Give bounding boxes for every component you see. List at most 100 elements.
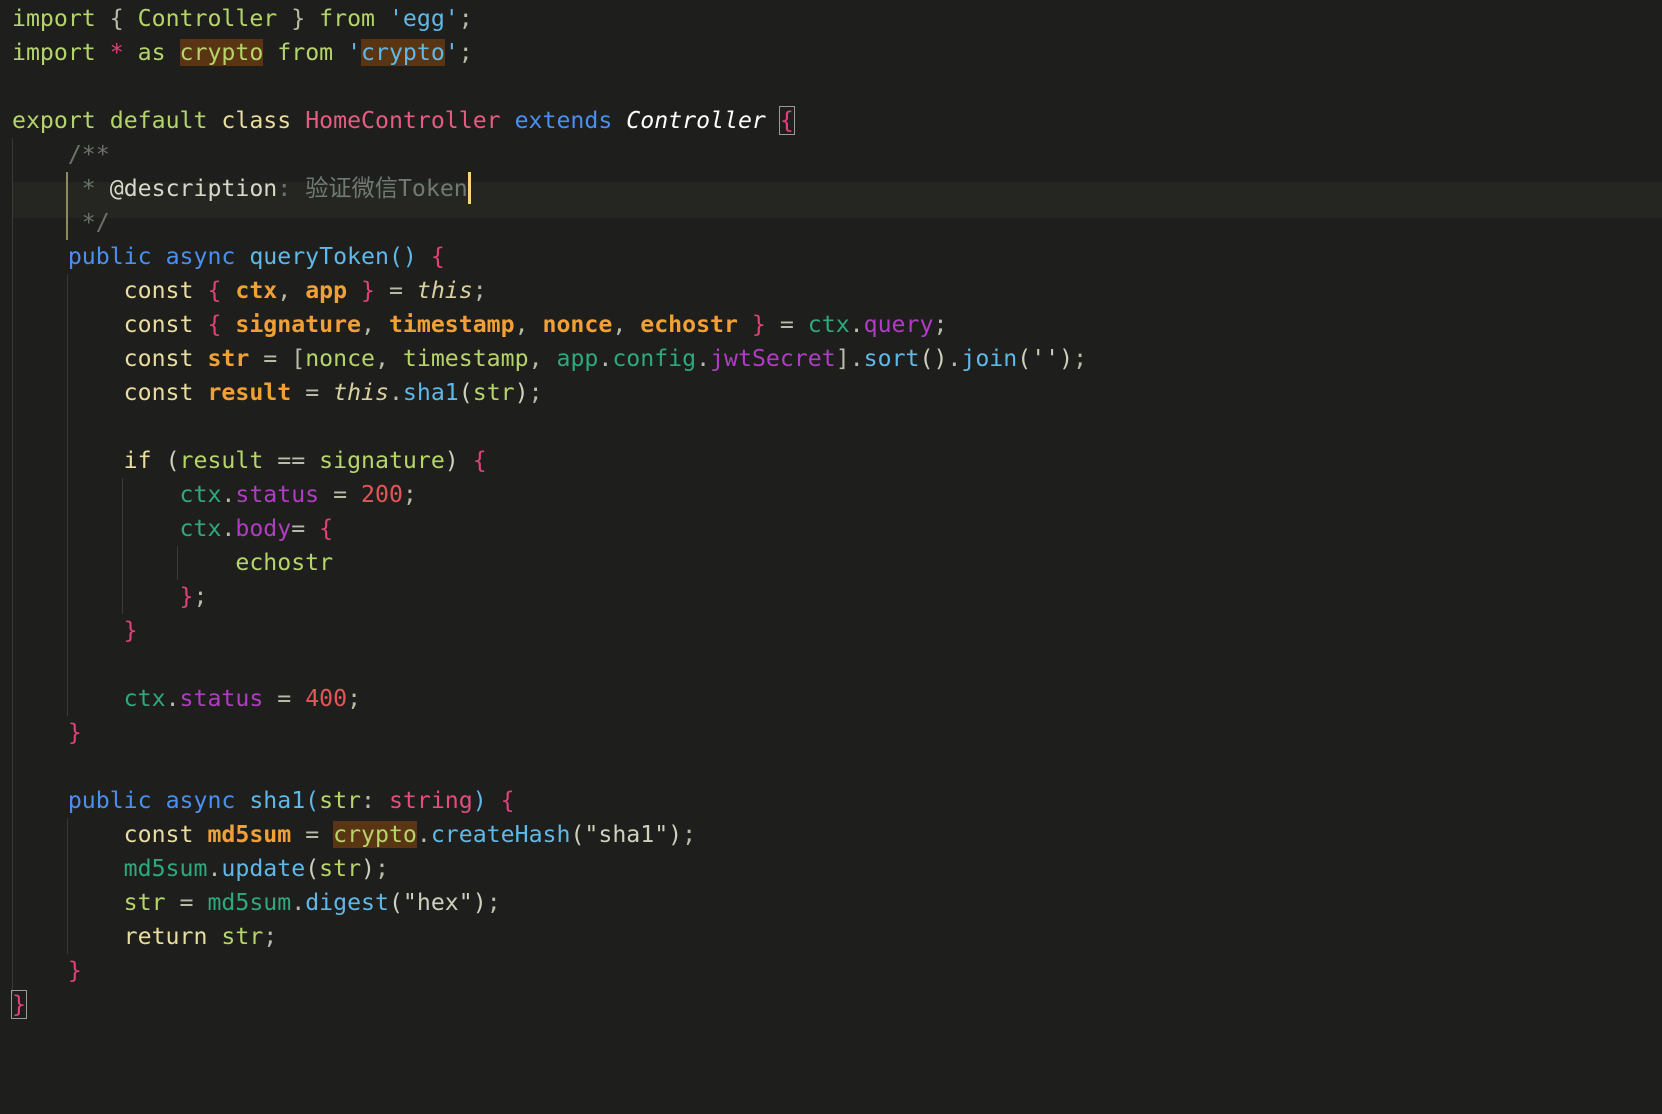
code-line[interactable]: */ (12, 205, 110, 241)
code-token: update (221, 855, 306, 882)
code-token: , (528, 345, 557, 372)
code-token: str (221, 923, 264, 950)
code-line[interactable]: ctx.body= { (12, 511, 334, 547)
code-line[interactable]: * @description: 验证微信Token (12, 171, 471, 207)
code-token: import (12, 39, 110, 66)
code-token: } (12, 719, 82, 746)
code-line[interactable]: } (12, 953, 82, 989)
code-line[interactable]: export default class HomeController exte… (12, 103, 795, 139)
code-token: app (305, 277, 348, 304)
code-token: . (416, 821, 431, 848)
code-line[interactable]: const str = [nonce, timestamp, app.confi… (12, 341, 1087, 377)
code-token: const (12, 821, 208, 848)
code-line[interactable]: const { ctx, app } = this; (12, 273, 487, 309)
code-token: sort (863, 345, 920, 372)
code-token: sha1 (249, 787, 306, 814)
code-token: ] (835, 345, 850, 372)
code-token: app (556, 345, 599, 372)
code-token: . (207, 855, 222, 882)
code-token: default (109, 107, 222, 134)
code-line[interactable]: public async queryToken() { (12, 239, 445, 275)
code-token: ) (361, 855, 376, 882)
code-token: , (375, 345, 403, 372)
code-token: } (12, 957, 82, 984)
code-token: ( (165, 447, 180, 474)
code-line[interactable]: if (result == signature) { (12, 443, 487, 479)
code-token: ) (472, 787, 501, 814)
code-line[interactable]: /** (12, 137, 110, 173)
code-line[interactable]: ctx.status = 200; (12, 477, 417, 513)
code-token: . (291, 889, 306, 916)
code-token: str (319, 855, 362, 882)
code-line[interactable]: str = md5sum.digest("hex"); (12, 885, 501, 921)
code-token: crypto (179, 39, 264, 66)
code-token: = (779, 311, 808, 338)
code-token: /** (12, 141, 110, 168)
code-token: const (12, 379, 208, 406)
code-token: . (849, 345, 864, 372)
text-cursor (467, 172, 471, 204)
code-token: = (305, 379, 334, 406)
code-token: echostr (640, 311, 738, 338)
code-token: 验证微信Token (305, 175, 468, 202)
code-token: export (12, 107, 110, 134)
code-token: () (919, 345, 948, 372)
code-token: ; (933, 311, 948, 338)
code-token: if (12, 447, 166, 474)
code-token: crypto (361, 39, 445, 66)
code-token: ('') (1017, 345, 1074, 372)
code-token: , (361, 311, 389, 338)
code-token: . (696, 345, 711, 372)
code-token: () (388, 243, 431, 270)
code-token: ) (514, 379, 529, 406)
code-token: : (277, 175, 306, 202)
code-token: . (849, 311, 864, 338)
code-token: from (319, 5, 389, 32)
code-line[interactable]: }; (12, 579, 208, 615)
code-line[interactable]: return str; (12, 919, 278, 955)
code-line[interactable]: echostr (12, 545, 333, 581)
code-token: . (388, 379, 403, 406)
code-token: jwtSecret (710, 345, 836, 372)
code-token: { (778, 106, 795, 135)
code-line[interactable]: } (12, 613, 138, 649)
code-token: = (333, 481, 362, 508)
code-line[interactable]: const { signature, timestamp, nonce, ech… (12, 307, 948, 343)
code-token: echostr (12, 549, 334, 576)
code-line[interactable]: public async sha1(str: string) { (12, 783, 515, 819)
code-token: str (207, 345, 264, 372)
code-token: timestamp (388, 311, 515, 338)
code-line[interactable]: ctx.status = 400; (12, 681, 361, 717)
code-line[interactable]: } (11, 987, 27, 1023)
code-token: ; (458, 39, 473, 66)
code-token: nonce (542, 311, 613, 338)
code-token: signature (319, 447, 445, 474)
code-token: ; (375, 855, 389, 882)
code-token: ( (458, 379, 473, 406)
code-token: { (500, 787, 515, 814)
code-token: = (263, 345, 292, 372)
code-token: , (514, 311, 543, 338)
code-token: @description (109, 175, 278, 202)
code-token: md5sum (207, 821, 306, 848)
code-line[interactable]: md5sum.update(str); (12, 851, 389, 887)
code-token: import (12, 5, 110, 32)
code-token: 'egg' (388, 5, 459, 32)
code-token: queryToken (249, 243, 389, 270)
code-token: public (12, 787, 166, 814)
code-line[interactable]: import * as crypto from 'crypto'; (12, 35, 473, 71)
code-token: * (12, 175, 110, 202)
code-token: async (165, 243, 250, 270)
code-token: result (207, 379, 306, 406)
code-token: join (961, 345, 1018, 372)
code-line[interactable]: } (12, 715, 82, 751)
code-token: ("sha1") (570, 821, 683, 848)
code-token: ' (444, 39, 459, 66)
code-editor[interactable]: import { Controller } from 'egg'; import … (0, 0, 1662, 1114)
code-line[interactable]: const result = this.sha1(str); (12, 375, 543, 411)
code-token: ; (486, 889, 501, 916)
code-token: str (472, 379, 515, 406)
code-line[interactable]: const md5sum = crypto.createHash("sha1")… (12, 817, 696, 853)
code-token: signature (235, 311, 362, 338)
code-line[interactable]: import { Controller } from 'egg'; (12, 1, 473, 37)
